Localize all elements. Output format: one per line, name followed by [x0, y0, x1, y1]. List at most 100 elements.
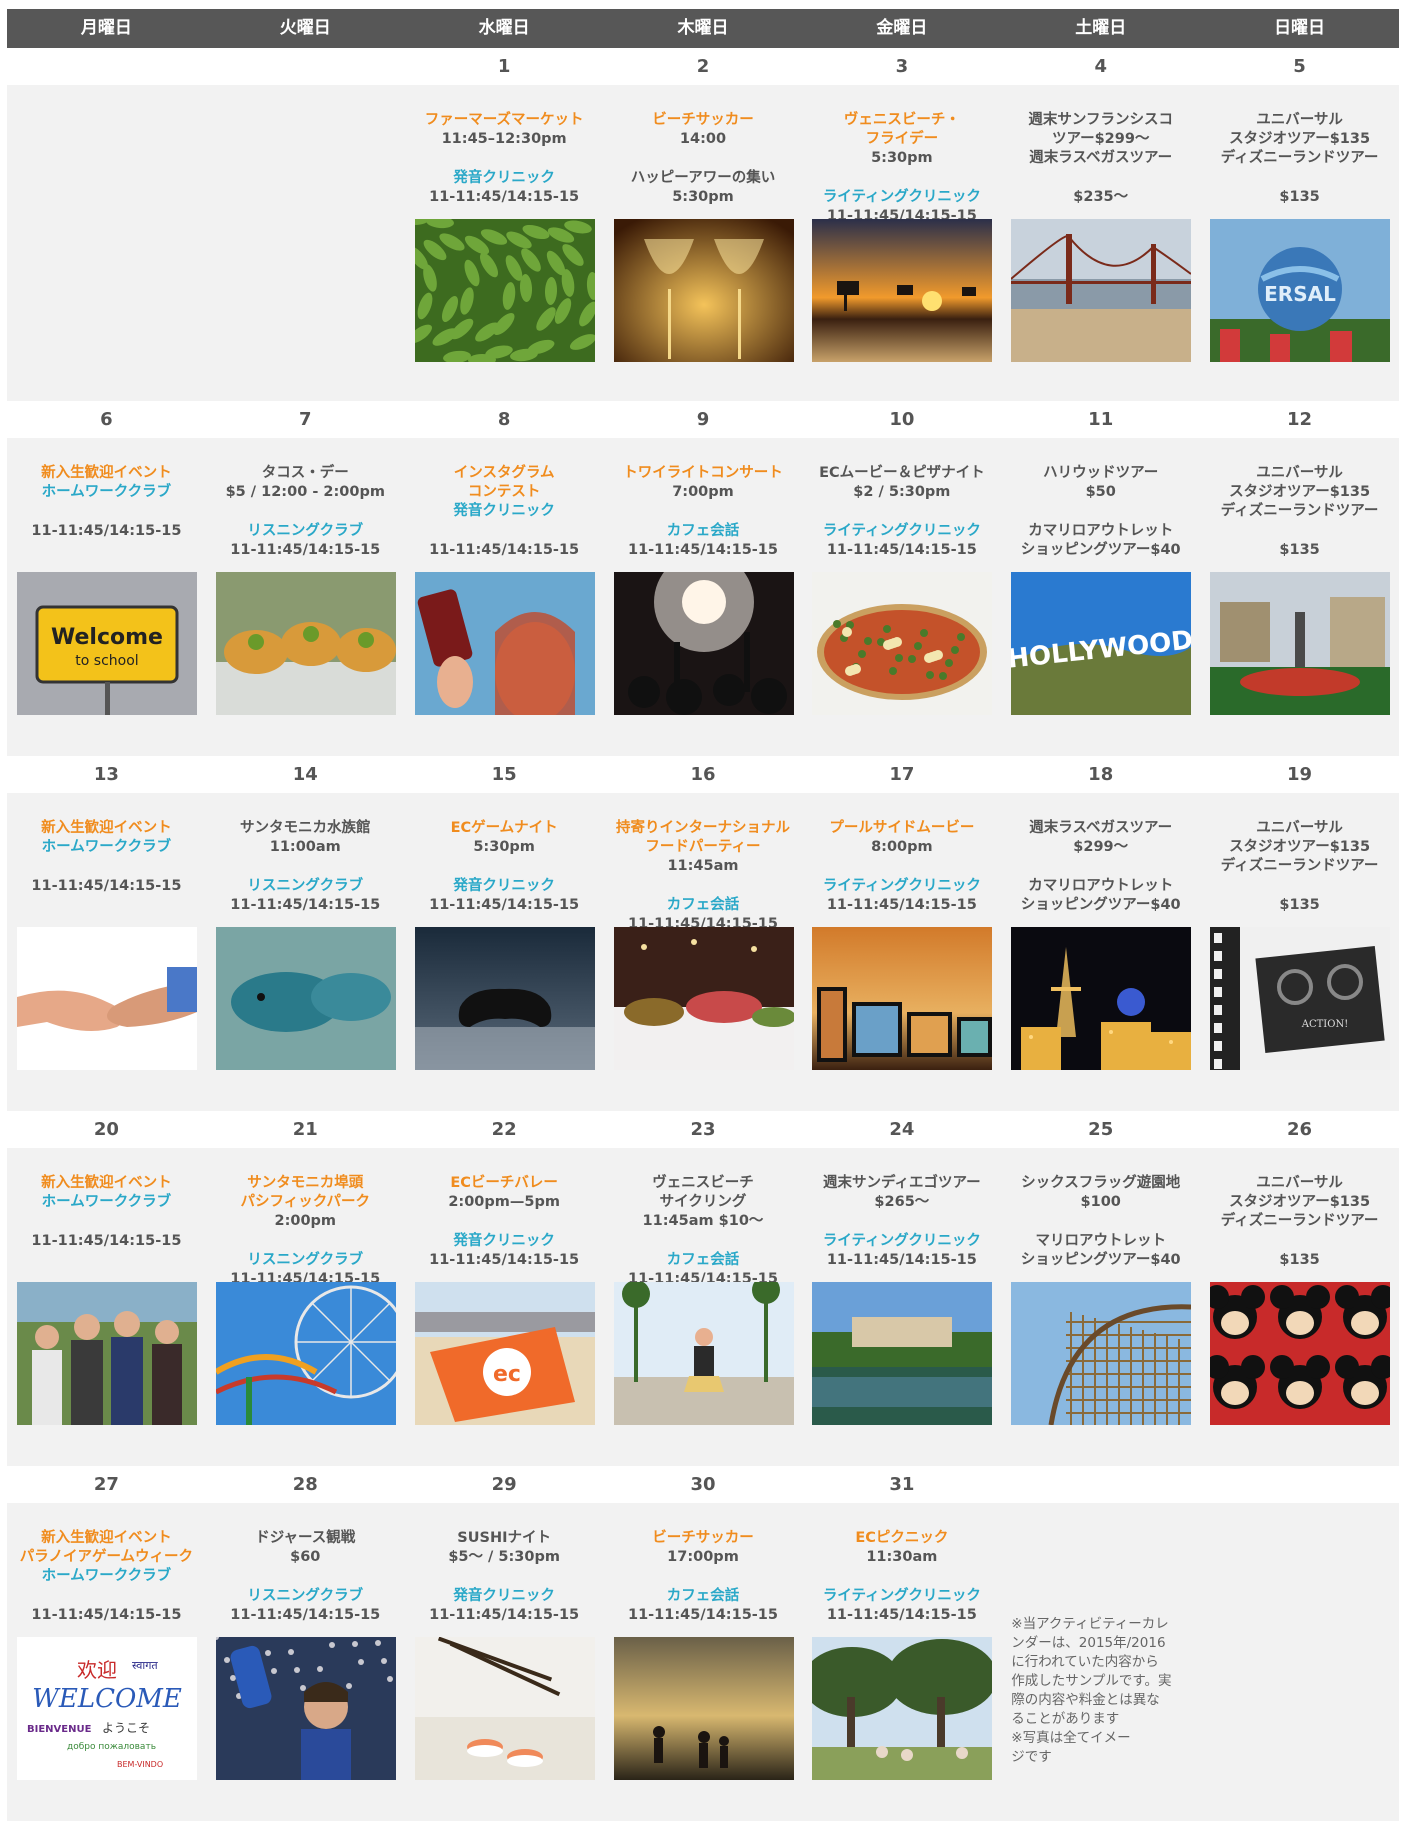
event-detail: 11:45–12:30pm	[405, 130, 604, 149]
event-text: パシフィックパーク	[240, 1194, 371, 1210]
event-text: 新入生歓迎イベント	[41, 1175, 172, 1191]
event-text: ホームワーククラブ	[41, 484, 172, 500]
event-text: ホームワーククラブ	[41, 1194, 172, 1210]
event-text: ディズニーランドツアー	[1220, 503, 1379, 519]
day-number: 8	[497, 409, 511, 430]
event-text: ユニバーサル	[1256, 112, 1343, 128]
event-text: リスニングクラブ	[247, 523, 364, 539]
event-text: 新入生歓迎イベント	[41, 820, 172, 836]
day-number: 24	[889, 1119, 915, 1140]
day-number: 19	[1287, 764, 1313, 785]
day-number	[206, 48, 405, 85]
day-number	[1001, 1466, 1200, 1503]
activity-event: インスタグラム コンテスト	[405, 464, 604, 502]
ferris-wheel-photo	[215, 1282, 396, 1425]
event-text: 11-11:45/14:15-15	[230, 897, 381, 913]
class-event: ライティングクリニック	[802, 1232, 1001, 1251]
event-text: ECピクニック	[855, 1530, 949, 1546]
event-detail: ユニバーサル スタジオツアー$135	[1200, 464, 1399, 502]
svg-text:to school: to school	[75, 653, 138, 669]
calendar-week: 13 14 15 16 17 18 19 新入生歓迎イベント ホームワーククラブ 11-11:45…	[7, 756, 1399, 1111]
event-text: 11-11:45/14:15-15	[230, 1607, 381, 1623]
event-detail: ドジャース観戦	[206, 1529, 405, 1548]
event-text: 17:00pm	[667, 1549, 739, 1565]
event-text: ファーマーズマーケット	[424, 112, 584, 128]
event-text: トワイライトコンサート	[623, 465, 783, 481]
event-text: ドジャース観戦	[255, 1530, 356, 1546]
event-detail: カマリロアウトレット	[1001, 877, 1200, 896]
event-text: シックスフラッグ遊園地	[1021, 1175, 1181, 1191]
event-detail: 5:30pm	[405, 838, 604, 857]
class-event: リスニングクラブ	[206, 877, 405, 896]
day-number: 2	[696, 56, 710, 77]
event-text: カフェ会話	[666, 523, 740, 539]
hollywood-sign-photo: HOLLYWOOD	[1011, 572, 1192, 715]
day-number: 14	[292, 764, 318, 785]
class-event: 発音クリニック	[405, 1232, 604, 1251]
event-detail: ディズニーランドツアー	[1200, 857, 1399, 876]
group-friends-photo	[17, 1282, 197, 1425]
class-event: ライティングクリニック	[802, 522, 1001, 541]
weekday-header: 月曜日 火曜日 水曜日 木曜日 金曜日 土曜日 日曜日	[7, 9, 1399, 48]
event-detail: ハリウッドツアー	[1001, 464, 1200, 483]
event-detail: $100	[1001, 1193, 1200, 1212]
event-detail: ショッピングツアー$40	[1001, 896, 1200, 915]
day-number-row: 6 7 8 9 10 11 12	[7, 401, 1399, 438]
event-text: ユニバーサル	[1256, 1175, 1343, 1191]
event-text: $299〜	[1073, 839, 1129, 855]
event-text: 11-11:45/14:15-15	[826, 1607, 977, 1623]
day-number: 7	[299, 409, 312, 430]
activity-event: 新入生歓迎イベント	[7, 1174, 206, 1193]
event-text: 新入生歓迎イベント	[41, 1530, 172, 1546]
event-text: 11-11:45/14:15-15	[826, 1252, 977, 1268]
day-number-row: 1 2 3 4 5	[7, 48, 1399, 85]
picnic-park-photo	[812, 1637, 993, 1780]
day-cell: ヴェニスビーチ・ フライデー 5:30pm ライティングクリニック 11-11:45/1…	[802, 85, 1001, 401]
event-detail: マリロアウトレット	[1001, 1232, 1200, 1251]
event-detail: 11-11:45/14:15-15	[604, 541, 803, 560]
note-line: ることがあります	[1011, 1711, 1120, 1727]
day-number: 22	[491, 1119, 517, 1140]
weekday-header-6: 土曜日	[1075, 18, 1127, 38]
event-text: サンタモニカ水族館	[240, 820, 371, 836]
event-text: カマリロアウトレット	[1028, 878, 1174, 894]
class-event: ホームワーククラブ	[7, 483, 206, 502]
event-text: ライティングクリニック	[822, 1588, 981, 1604]
day-cell: ビーチサッカー 17:00pm カフェ会話 11-11:45/14:15-15	[604, 1503, 803, 1821]
event-text: ハリウッドツアー	[1043, 465, 1159, 481]
day-content-row: 新入生歓迎イベント ホームワーククラブ 11-11:45/14:15-15 サンタモニ…	[7, 793, 1399, 1111]
event-detail: 11-11:45/14:15-15	[206, 1606, 405, 1625]
event-detail: 週末ラスベガスツアー	[1001, 149, 1200, 168]
class-event: カフェ会話	[604, 522, 803, 541]
event-text: 11-11:45/14:15-15	[230, 542, 381, 558]
day-number: 21	[292, 1119, 318, 1140]
event-text: 11-11:45/14:15-15	[31, 523, 182, 539]
event-text: カマリロアウトレット	[1028, 523, 1174, 539]
event-text: 11-11:45/14:15-15	[31, 1233, 182, 1249]
event-detail: ECムービー＆ピザナイト	[802, 464, 1001, 483]
event-text: コンテスト	[467, 484, 541, 500]
event-detail: ショッピングツアー$40	[1001, 1251, 1200, 1270]
event-text: 11:45am	[667, 858, 739, 874]
day-number: 29	[491, 1474, 517, 1495]
event-detail: 11-11:45/14:15-15	[405, 896, 604, 915]
welcome-words-photo: 欢迎 स्वागत WELCOME BIENVENUE ようこそ добро пожало…	[17, 1637, 197, 1780]
svg-text:добро пожаловать: добро пожаловать	[67, 1742, 156, 1752]
event-text: $60	[290, 1549, 321, 1565]
event-text: ハッピーアワーの集い	[630, 170, 776, 186]
day-number: 18	[1088, 764, 1114, 785]
event-detail: 5:30pm	[604, 188, 803, 207]
event-text: マリロアウトレット	[1035, 1233, 1166, 1249]
event-detail: 11:00am	[206, 838, 405, 857]
class-event: 発音クリニック	[405, 502, 604, 521]
selfie-photo	[414, 572, 595, 715]
event-text: $135	[1279, 897, 1320, 913]
event-text: 8:00pm	[871, 839, 933, 855]
event-detail: サンタモニカ水族館	[206, 819, 405, 838]
event-text: サイクリング	[659, 1194, 747, 1210]
event-text: スタジオツアー$135	[1229, 484, 1371, 500]
day-content-row: 新入生歓迎イベント ホームワーククラブ 11-11:45/14:15-15 Welco…	[7, 438, 1399, 756]
event-text: 14:00	[679, 131, 727, 147]
day-cell: プールサイドムービー 8:00pm ライティングクリニック 11-11:45/14:1…	[802, 793, 1001, 1111]
event-text: 週末サンフランシスコ	[1028, 112, 1173, 128]
